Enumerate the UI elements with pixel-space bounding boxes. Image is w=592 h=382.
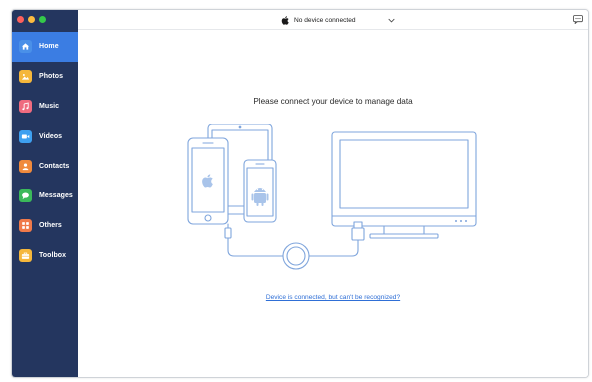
monitor-indicator-icon [455,220,467,222]
sidebar: Home Photos Music Videos Contacts Messag… [12,10,78,377]
sidebar-item-label: Messages [39,192,73,200]
main-panel: No device connected Please connect your … [78,10,588,377]
zoom-window-button[interactable] [39,16,46,23]
sidebar-item-contacts[interactable]: Contacts [12,151,78,181]
sidebar-item-label: Toolbox [39,251,67,259]
sidebar-item-music[interactable]: Music [12,92,78,122]
device-selector[interactable]: No device connected [281,14,395,26]
connect-prompt: Please connect your device to manage dat… [253,97,413,106]
unrecognized-device-help-link[interactable]: Device is connected, but can't be recogn… [78,294,588,301]
minimize-window-button[interactable] [28,16,35,23]
toolbox-icon [19,248,32,262]
photos-icon [19,70,32,84]
sidebar-item-messages[interactable]: Messages [12,181,78,211]
device-connection-illustration [187,124,477,270]
sidebar-item-label: Photos [39,73,64,81]
window-controls [17,16,46,23]
home-icon [19,40,32,54]
contacts-icon [19,159,32,173]
sidebar-item-label: Videos [39,132,63,140]
sidebar-item-label: Music [39,102,60,110]
others-icon [19,219,32,233]
sidebar-nav: Home Photos Music Videos Contacts Messag… [12,32,78,270]
app-window: Home Photos Music Videos Contacts Messag… [11,9,589,378]
device-status-text: No device connected [294,16,356,24]
apple-icon [281,15,289,25]
messages-icon [19,189,32,203]
sidebar-item-home[interactable]: Home [12,32,78,62]
close-window-button[interactable] [17,16,24,23]
sidebar-item-label: Contacts [39,162,70,170]
top-bar: No device connected [78,10,588,30]
sidebar-item-photos[interactable]: Photos [12,62,78,92]
sidebar-item-label: Others [39,222,62,230]
chevron-down-icon [387,18,395,22]
music-icon [19,99,32,113]
feedback-icon[interactable] [573,15,583,24]
videos-icon [19,129,32,143]
usb-cable-icon [224,221,365,270]
sidebar-item-label: Home [39,43,59,51]
sidebar-item-videos[interactable]: Videos [12,121,78,151]
sidebar-item-others[interactable]: Others [12,211,78,241]
sidebar-item-toolbox[interactable]: Toolbox [12,241,78,271]
